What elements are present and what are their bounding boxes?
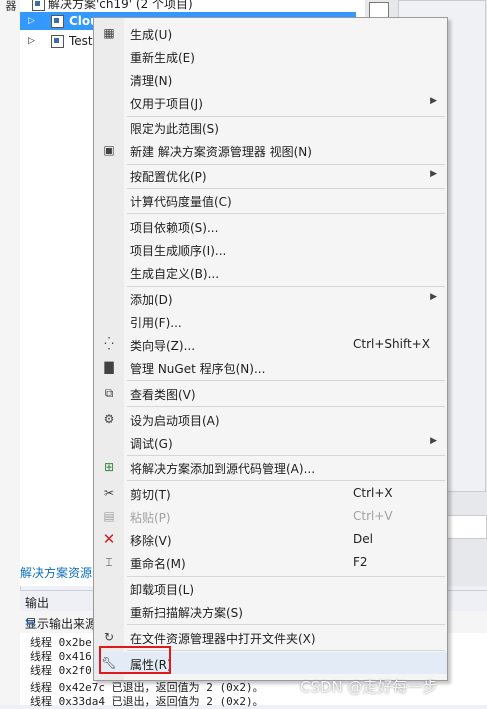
menu-item-shortcut: Ctrl+Shift+X	[353, 337, 430, 351]
project-icon	[51, 15, 64, 28]
menu-item-label: 设为启动项目(A)	[130, 414, 220, 428]
menu-item-label: 生成(U)	[130, 28, 173, 42]
menu-item-label: 调试(G)	[130, 437, 173, 451]
menu-item-label: 移除(V)	[130, 534, 172, 548]
menu-separator	[127, 380, 445, 381]
menu-item-label: 剪切(T)	[130, 488, 171, 502]
menu-item-class-wizard[interactable]: ⁛ 类向导(Z)... Ctrl+Shift+X	[94, 333, 447, 355]
project-label: Test	[69, 34, 93, 48]
menu-separator	[127, 213, 445, 214]
rename-icon: ⌶	[105, 555, 113, 569]
menu-item-label: 查看类图(V)	[130, 388, 196, 402]
menu-item-shortcut: Ctrl+X	[353, 486, 393, 500]
menu-item-remove[interactable]: ✕ 移除(V) Del	[94, 528, 447, 550]
menu-item-build-order[interactable]: 项目生成顺序(I)...	[94, 238, 447, 260]
solution-explorer-tab[interactable]: 解决方案资源	[20, 563, 100, 583]
menu-item-label: 重新生成(E)	[130, 51, 195, 65]
menu-item-clean[interactable]: 清理(N)	[94, 68, 447, 90]
menu-item-dependencies[interactable]: 项目依赖项(S)...	[94, 215, 447, 237]
menu-item-label: 按配置优化(P)	[130, 170, 207, 184]
menu-item-label: 引用(F)...	[130, 316, 182, 330]
word-wrap-icon[interactable]: ⇆	[25, 615, 41, 631]
menu-item-rebuild[interactable]: 重新生成(E)	[94, 45, 447, 67]
menu-separator	[127, 406, 445, 407]
menu-item-code-metrics[interactable]: 计算代码度量值(C)	[94, 189, 447, 211]
menu-item-label: 项目依赖项(S)...	[130, 221, 219, 235]
menu-item-shortcut: F2	[353, 555, 368, 569]
output-line: 线程 0x2f0	[30, 664, 92, 677]
menu-item-paste[interactable]: ▤ 粘贴(P) Ctrl+V	[94, 505, 447, 527]
menu-separator	[127, 480, 445, 481]
menu-item-open-folder[interactable]: ↻ 在文件资源管理器中打开文件夹(X)	[94, 626, 447, 648]
menu-separator	[127, 624, 445, 625]
menu-item-shortcut: Ctrl+V	[353, 509, 393, 523]
menu-item-debug[interactable]: 调试(G) ▶	[94, 431, 447, 453]
output-title: 输出	[25, 596, 50, 610]
menu-item-class-diagram[interactable]: ⧉ 查看类图(V)	[94, 382, 447, 404]
menu-item-label: 类向导(Z)...	[130, 339, 196, 353]
menu-item-set-startup[interactable]: ⚙ 设为启动项目(A)	[94, 408, 447, 430]
menu-item-label: 卸载项目(L)	[130, 583, 195, 597]
new-view-icon: ▣	[103, 143, 115, 157]
left-strip-text: 器	[4, 0, 17, 11]
menu-separator	[127, 650, 445, 651]
class-diagram-icon: ⧉	[104, 386, 114, 400]
menu-item-build-customizations[interactable]: 生成自定义(B)...	[94, 261, 447, 283]
menu-item-cut[interactable]: ✂ 剪切(T) Ctrl+X	[94, 482, 447, 504]
solution-icon	[32, 0, 45, 11]
submenu-arrow-icon: ▶	[430, 436, 437, 446]
menu-item-pgo[interactable]: 按配置优化(P) ▶	[94, 164, 447, 186]
menu-item-new-view[interactable]: ▣ 新建 解决方案资源管理器 视图(N)	[94, 139, 447, 161]
menu-item-label: 仅用于项目(J)	[130, 97, 203, 111]
menu-item-add[interactable]: 添加(D) ▶	[94, 287, 447, 309]
menu-item-label: 新建 解决方案资源管理器 视图(N)	[130, 145, 312, 159]
menu-item-label: 管理 NuGet 程序包(N)...	[130, 362, 266, 376]
menu-item-label: 在文件资源管理器中打开文件夹(X)	[130, 632, 316, 646]
menu-item-label: 添加(D)	[130, 293, 173, 307]
build-icon: ▦	[103, 26, 115, 40]
menu-item-label: 限定为此范围(S)	[130, 122, 219, 136]
remove-icon: ✕	[102, 530, 116, 548]
menu-item-scope[interactable]: 限定为此范围(S)	[94, 116, 447, 138]
submenu-arrow-icon: ▶	[430, 292, 437, 302]
menu-item-project-only[interactable]: 仅用于项目(J) ▶	[94, 91, 447, 113]
project-icon	[51, 35, 64, 48]
menu-item-label: 清理(N)	[130, 74, 173, 88]
watermark-text: CSDN @走好每一步	[300, 678, 438, 696]
project-context-menu: ▦ 生成(U) 重新生成(E) 清理(N) 仅用于项目(J) ▶ 限定为此范围(…	[93, 17, 448, 681]
left-tool-strip: 器	[0, 0, 21, 705]
class-wizard-icon: ⁛	[104, 337, 114, 351]
menu-item-label: 计算代码度量值(C)	[130, 195, 232, 209]
menu-item-label: 粘贴(P)	[130, 511, 171, 525]
scissors-icon: ✂	[103, 486, 115, 500]
menu-item-build[interactable]: ▦ 生成(U)	[94, 22, 447, 44]
nuget-icon: ▇	[104, 360, 114, 374]
gear-icon: ⚙	[103, 412, 115, 426]
menu-item-label: 生成自定义(B)...	[130, 267, 220, 281]
menu-item-label: 将解决方案添加到源代码管理(A)...	[130, 462, 316, 476]
menu-item-label: 项目生成顺序(I)...	[130, 244, 227, 258]
menu-item-label: 重命名(M)	[130, 557, 186, 571]
menu-item-references[interactable]: 引用(F)...	[94, 310, 447, 332]
output-line: 线程 0x33da4 已退出，返回值为 2 (0x2)。	[30, 695, 264, 708]
properties-highlight-box	[99, 646, 171, 674]
menu-item-label: 重新扫描解决方案(S)	[130, 606, 243, 620]
menu-item-shortcut: Del	[353, 532, 373, 546]
paste-icon: ▤	[103, 509, 115, 523]
expand-arrow-icon[interactable]: ▷	[28, 12, 35, 30]
menu-item-rename[interactable]: ⌶ 重命名(M) F2	[94, 551, 447, 573]
source-control-icon: ⊞	[103, 460, 115, 474]
menu-item-nuget[interactable]: ▇ 管理 NuGet 程序包(N)...	[94, 356, 447, 378]
submenu-arrow-icon: ▶	[430, 96, 437, 106]
menu-item-unload[interactable]: 卸载项目(L)	[94, 577, 447, 599]
submenu-arrow-icon: ▶	[430, 169, 437, 179]
expand-arrow-icon[interactable]: ▷	[28, 32, 35, 50]
menu-item-rescan[interactable]: 重新扫描解决方案(S)	[94, 600, 447, 622]
refresh-icon: ↻	[103, 630, 115, 644]
menu-item-source-control[interactable]: ⊞ 将解决方案添加到源代码管理(A)...	[94, 456, 447, 478]
